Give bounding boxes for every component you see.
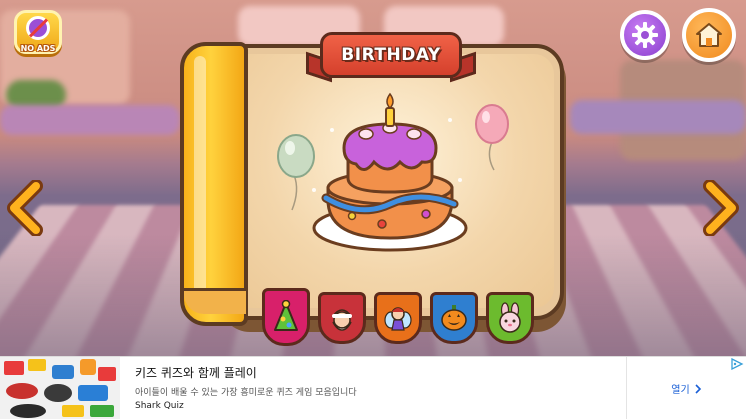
ad-thumbnail-image[interactable] <box>0 357 120 419</box>
chevron-left-icon[interactable] <box>6 180 46 236</box>
book-spine <box>180 42 248 326</box>
settings-button[interactable] <box>620 10 670 60</box>
home-button[interactable] <box>682 8 736 62</box>
house-icon <box>696 23 722 47</box>
tab-santa[interactable] <box>318 292 366 344</box>
ad-open-button[interactable]: 열기 <box>626 357 746 419</box>
fairy-icon <box>384 307 412 331</box>
tab-party-hat[interactable] <box>262 288 310 346</box>
bunny-icon <box>499 302 521 333</box>
ad-banner[interactable]: 키즈 퀴즈와 함께 플레이 아이들이 배울 수 있는 가장 흥미로운 퀴즈 게임… <box>0 356 746 419</box>
santa-icon <box>331 309 353 331</box>
ad-title[interactable]: 키즈 퀴즈와 함께 플레이 <box>135 364 257 381</box>
no-ads-button[interactable]: NO ADS <box>10 10 66 62</box>
no-ads-icon <box>26 16 50 40</box>
ad-description: 아이들이 배울 수 있는 가장 흥미로운 퀴즈 게임 모음입니다 <box>135 388 357 398</box>
balloon-green-icon <box>277 134 315 211</box>
ad-brand: Shark Quiz <box>135 401 184 411</box>
tab-pumpkin[interactable] <box>430 292 478 344</box>
ad-open-label: 열기 <box>671 385 690 396</box>
tab-bunny[interactable] <box>486 292 534 344</box>
adchoices-icon[interactable] <box>730 358 744 370</box>
tab-fairy[interactable] <box>374 292 422 344</box>
no-ads-label: NO ADS <box>20 44 56 53</box>
theme-banner: BIRTHDAY <box>306 32 476 84</box>
birthday-cake-illustration[interactable] <box>270 90 520 265</box>
category-tabs <box>262 288 542 352</box>
chevron-right-icon <box>695 383 701 394</box>
pumpkin-icon <box>441 305 467 331</box>
theme-title: BIRTHDAY <box>341 45 441 65</box>
chevron-right-icon[interactable] <box>700 180 740 236</box>
party-hat-icon <box>274 300 298 331</box>
gear-icon <box>632 22 658 48</box>
balloon-pink-icon <box>475 104 509 171</box>
